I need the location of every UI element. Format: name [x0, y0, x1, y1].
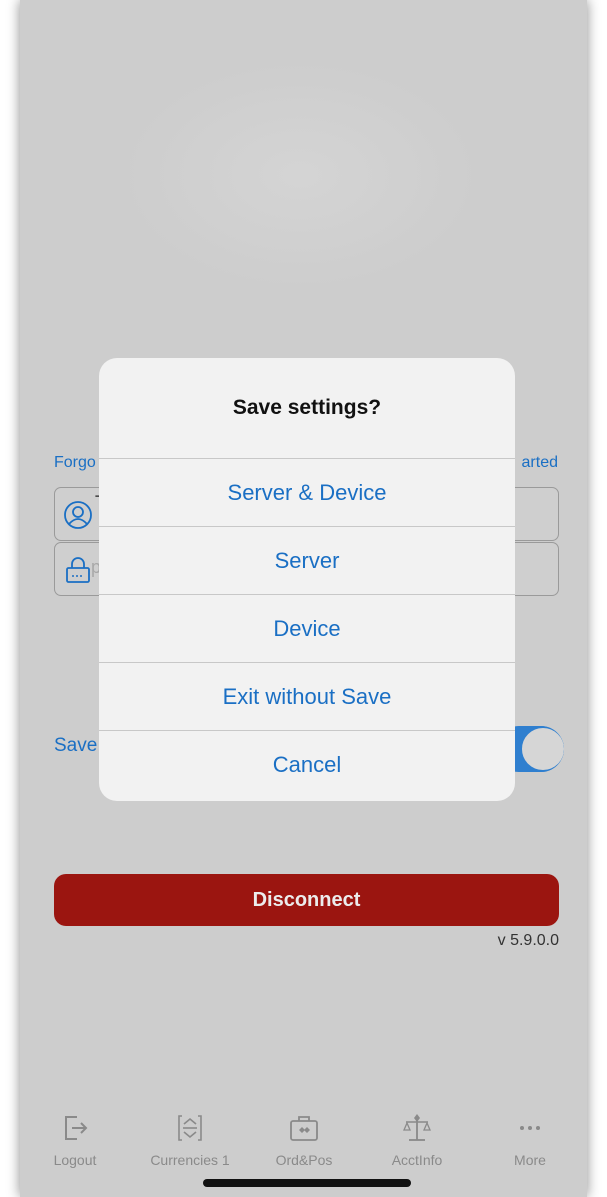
device-button[interactable]: Device [99, 594, 515, 662]
scales-icon [403, 1114, 431, 1141]
app-screen: Forgo arted T p Save Disconnect v 5.9.0.… [20, 0, 587, 1197]
toggle-knob [520, 726, 564, 772]
tab-ordpos-label: Ord&Pos [275, 1152, 333, 1168]
dialog-title: Save settings? [232, 396, 382, 419]
tab-acctinfo[interactable]: AcctInfo [367, 1105, 467, 1175]
logout-icon [65, 1116, 88, 1140]
tab-more[interactable]: More [480, 1105, 580, 1175]
tab-currencies-label: Currencies 1 [150, 1152, 230, 1168]
tab-more-label: More [514, 1152, 546, 1168]
save-password-label: Save [54, 735, 98, 756]
user-icon [64, 501, 92, 529]
server-button[interactable]: Server [99, 526, 515, 594]
blurred-logo-area [120, 60, 480, 290]
exit-without-save-button[interactable]: Exit without Save [99, 662, 515, 730]
cancel-button[interactable]: Cancel [99, 730, 515, 798]
tab-currencies[interactable]: Currencies 1 [140, 1105, 240, 1175]
tab-ordpos[interactable]: Ord&Pos [254, 1105, 354, 1175]
server-and-device-button[interactable]: Server & Device [99, 458, 515, 526]
more-icon [520, 1126, 540, 1130]
forgot-password-link[interactable]: Forgo [54, 454, 96, 472]
tab-acctinfo-label: AcctInfo [391, 1152, 443, 1168]
disconnect-button[interactable]: Disconnect [54, 874, 559, 926]
briefcase-icon [290, 1116, 318, 1141]
get-started-link[interactable]: arted [522, 454, 558, 472]
currencies-icon [178, 1115, 202, 1141]
lock-icon [66, 557, 90, 583]
tab-logout-label: Logout [53, 1152, 97, 1168]
tab-bar: Logout Currencies 1 Ord&Pos AcctInfo Mor… [20, 1105, 587, 1175]
version-label: v 5.9.0.0 [497, 932, 559, 949]
home-indicator [203, 1179, 411, 1187]
tab-logout[interactable]: Logout [25, 1105, 125, 1175]
save-settings-dialog: Save settings? Server & Device Server De… [99, 358, 515, 801]
